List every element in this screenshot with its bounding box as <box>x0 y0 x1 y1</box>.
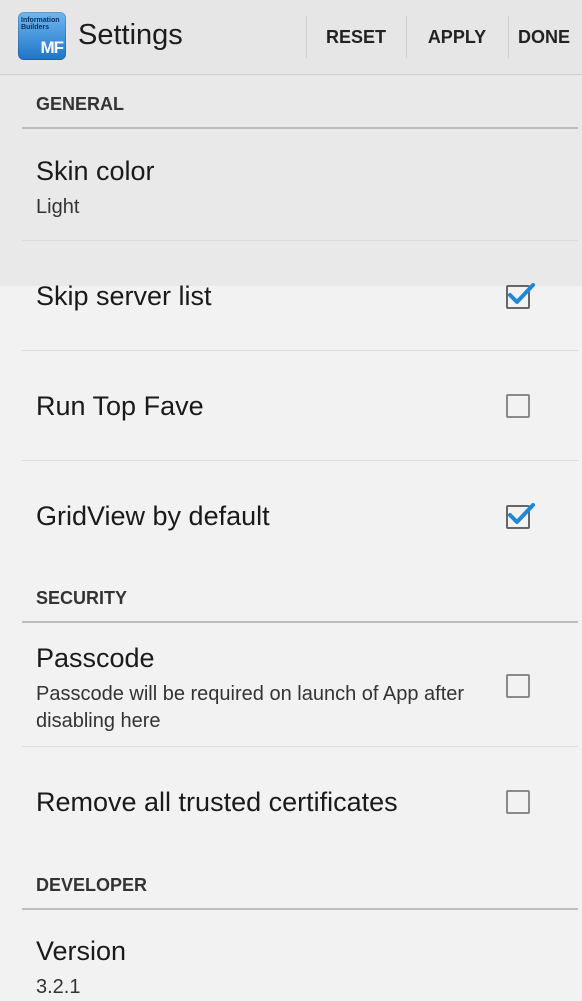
pref-title: Skin color <box>36 156 155 186</box>
passcode-checkbox[interactable] <box>506 674 530 698</box>
pref-summary: 3.2.1 <box>36 976 81 998</box>
pref-title: Passcode <box>36 643 155 673</box>
checkmark-icon <box>508 283 535 304</box>
page-title: Settings <box>78 19 183 51</box>
app-logo-mf: MF <box>40 38 64 57</box>
action-bar: Information Builders MF Settings RESET A… <box>0 0 582 75</box>
row-divider <box>22 746 578 747</box>
gridview-checkbox[interactable] <box>506 503 535 529</box>
row-divider <box>22 460 578 461</box>
pref-title: Remove all trusted certificates <box>36 787 398 817</box>
skip-server-list-checkbox[interactable] <box>506 283 535 309</box>
section-rule <box>22 127 578 129</box>
app-logo-text: Information Builders <box>21 17 60 31</box>
reset-button[interactable]: RESET <box>306 0 406 74</box>
section-rule <box>22 908 578 910</box>
section-header-developer: DEVELOPER <box>36 875 148 895</box>
app-logo-icon: Information Builders MF <box>18 12 66 60</box>
row-divider <box>22 350 578 351</box>
section-header-security: SECURITY <box>36 588 128 608</box>
apply-button[interactable]: APPLY <box>406 0 508 74</box>
pref-title: GridView by default <box>36 501 270 531</box>
checkmark-icon <box>508 503 535 524</box>
row-divider <box>22 240 578 241</box>
section-rule <box>22 621 578 623</box>
run-top-fave-checkbox[interactable] <box>506 394 530 418</box>
action-divider <box>508 16 509 58</box>
done-button[interactable]: DONE <box>518 0 582 74</box>
remove-certificates-checkbox[interactable] <box>506 790 530 814</box>
pref-summary: Light <box>36 196 80 218</box>
pref-title: Version <box>36 936 127 966</box>
pref-title: Skip server list <box>36 281 212 311</box>
pref-summary: Passcode will be required on launch of A… <box>36 683 465 732</box>
pref-title: Run Top Fave <box>36 391 204 421</box>
section-header-general: GENERAL <box>36 94 125 114</box>
